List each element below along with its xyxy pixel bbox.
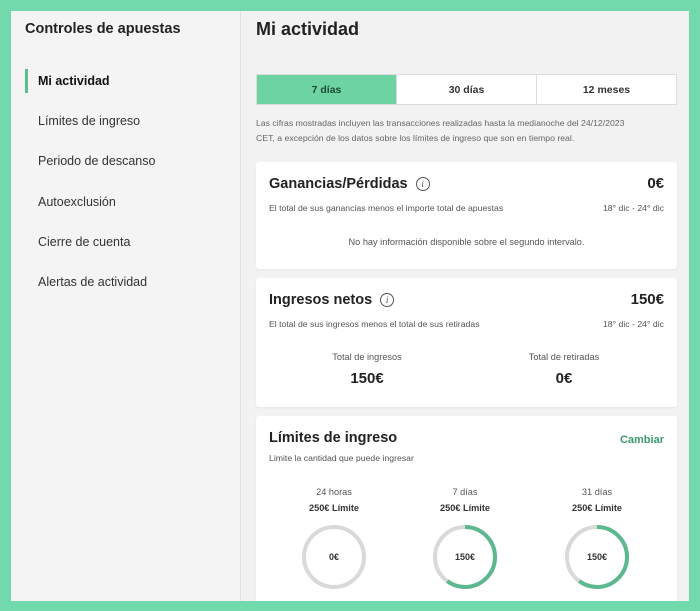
sidebar: Controles de apuestas Mi actividad Límit… bbox=[11, 11, 241, 601]
winloss-date-range: 18° dic - 24° dic bbox=[602, 203, 664, 213]
info-icon[interactable]: i bbox=[415, 177, 430, 191]
limit-period: 7 días bbox=[452, 487, 478, 497]
limit-31-dias: 31 días 250€ Límite 150€ bbox=[542, 487, 652, 591]
winloss-title: Ganancias/Pérdidas bbox=[269, 176, 408, 192]
winloss-description: El total de sus ganancias menos el impor… bbox=[269, 203, 504, 213]
total-deposits-label: Total de ingresos bbox=[332, 352, 402, 362]
notice-line-1: Las cifras mostradas incluyen las transa… bbox=[256, 118, 625, 128]
limit-period: 31 días bbox=[581, 487, 613, 497]
deposit-limits-card: Límites de ingreso Cambiar Limite la can… bbox=[256, 416, 677, 601]
winloss-title-row: Ganancias/Pérdidas i bbox=[269, 176, 430, 192]
limit-amount: 250€ Límite bbox=[571, 503, 623, 513]
app-frame: Controles de apuestas Mi actividad Límit… bbox=[11, 11, 689, 601]
tab-12-meses[interactable]: 12 meses bbox=[537, 75, 676, 104]
page-title: Mi actividad bbox=[256, 19, 360, 39]
limit-progress-ring: 150€ bbox=[565, 525, 629, 589]
tab-7-dias[interactable]: 7 días bbox=[257, 75, 397, 104]
winloss-amount: 0€ bbox=[647, 175, 664, 192]
winloss-card: Ganancias/Pérdidas i 0€ El total de sus … bbox=[256, 162, 677, 269]
net-deposits-date-range: 18° dic - 24° dic bbox=[602, 319, 664, 329]
net-deposits-description: El total de sus ingresos menos el total … bbox=[269, 319, 480, 329]
notice-line-2: CET, a excepción de los datos sobre los … bbox=[256, 132, 575, 143]
main-content: Mi actividad 7 días 30 días 12 meses Las… bbox=[256, 11, 677, 601]
limit-24-horas: 24 horas 250€ Límite 0€ bbox=[279, 487, 389, 591]
net-deposits-card: Ingresos netos i 150€ El total de sus in… bbox=[256, 278, 677, 407]
deposit-limits-description: Limite la cantidad que puede ingresar bbox=[269, 453, 414, 463]
limit-used-value: 150€ bbox=[455, 552, 475, 562]
limit-amount: 250€ Límite bbox=[439, 503, 491, 513]
sidebar-menu: Mi actividad Límites de ingreso Periodo … bbox=[11, 69, 241, 310]
total-withdrawals: Total de retiradas 0€ bbox=[484, 352, 644, 387]
sidebar-item-cierre-de-cuenta[interactable]: Cierre de cuenta bbox=[11, 230, 241, 254]
deposit-limits-title: Límites de ingreso bbox=[269, 430, 398, 446]
total-deposits-value: 150€ bbox=[350, 370, 384, 387]
limit-used-value: 0€ bbox=[329, 552, 339, 562]
net-deposits-title: Ingresos netos bbox=[269, 292, 373, 308]
change-limits-link[interactable]: Cambiar bbox=[620, 434, 664, 446]
info-icon[interactable]: i bbox=[380, 293, 395, 307]
sidebar-title: Controles de apuestas bbox=[25, 21, 181, 37]
total-deposits: Total de ingresos 150€ bbox=[287, 352, 447, 387]
sidebar-item-mi-actividad[interactable]: Mi actividad bbox=[11, 69, 241, 93]
sidebar-item-alertas-de-actividad[interactable]: Alertas de actividad bbox=[11, 270, 241, 294]
limit-amount: 250€ Límite bbox=[308, 503, 360, 513]
limit-period: 24 horas bbox=[316, 487, 352, 497]
winloss-no-info: No hay información disponible sobre el s… bbox=[348, 237, 585, 247]
limit-progress-ring: 150€ bbox=[433, 525, 497, 589]
limit-progress-ring: 0€ bbox=[302, 525, 366, 589]
sidebar-item-autoexclusion[interactable]: Autoexclusión bbox=[11, 190, 241, 214]
sidebar-item-periodo-de-descanso[interactable]: Periodo de descanso bbox=[11, 149, 241, 173]
period-tabs: 7 días 30 días 12 meses bbox=[256, 74, 677, 105]
tab-30-dias[interactable]: 30 días bbox=[397, 75, 537, 104]
data-notice: Las cifras mostradas incluyen las transa… bbox=[256, 116, 677, 145]
net-deposits-title-row: Ingresos netos i bbox=[269, 292, 395, 308]
limit-7-dias: 7 días 250€ Límite 150€ bbox=[410, 487, 520, 591]
limit-used-value: 150€ bbox=[587, 552, 607, 562]
sidebar-item-limites-de-ingreso[interactable]: Límites de ingreso bbox=[11, 109, 241, 133]
total-withdrawals-value: 0€ bbox=[555, 370, 573, 387]
total-withdrawals-label: Total de retiradas bbox=[528, 352, 600, 362]
net-deposits-amount: 150€ bbox=[630, 291, 664, 308]
